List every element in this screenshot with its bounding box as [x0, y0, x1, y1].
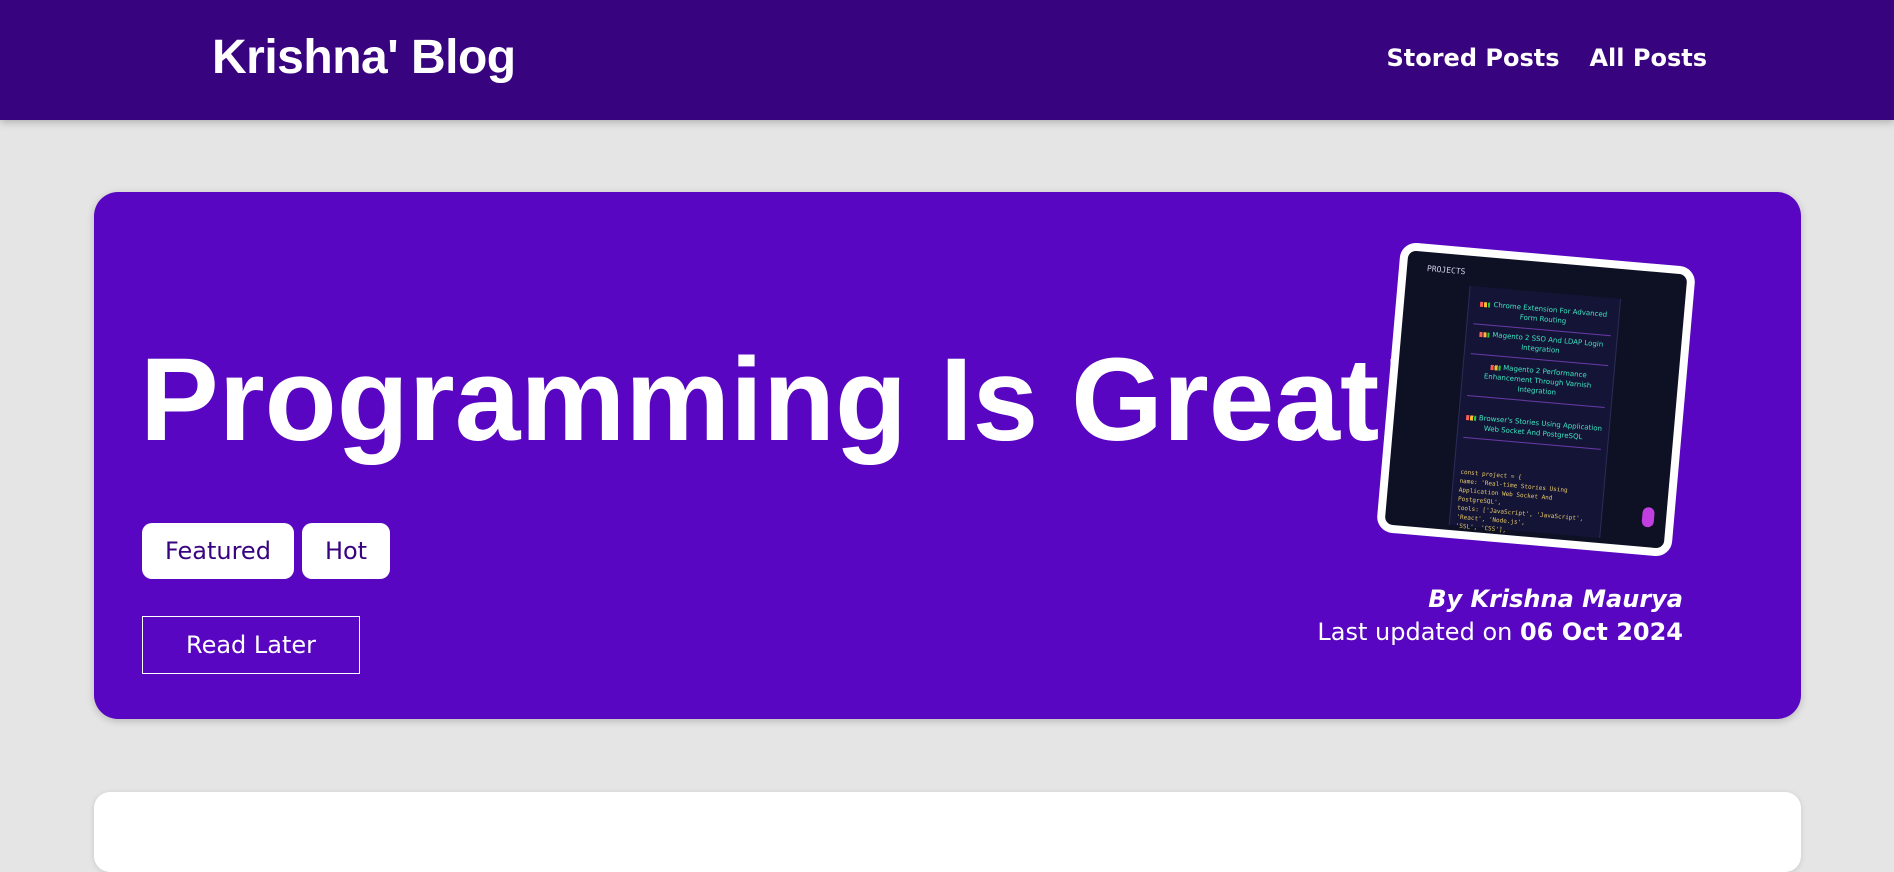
nav-links: Stored Posts All Posts — [1386, 44, 1707, 72]
thumbnail-panel: Chrome Extension For Advanced Form Routi… — [1448, 285, 1622, 539]
hero-post-card: Programming Is Great! Featured Hot Read … — [94, 192, 1801, 719]
window-dots-icon — [1490, 364, 1501, 371]
navbar: Krishna' Blog Stored Posts All Posts — [0, 0, 1894, 120]
post-content-card — [94, 792, 1801, 872]
nav-link-stored-posts[interactable]: Stored Posts — [1386, 44, 1559, 72]
updated-prefix: Last updated on — [1317, 618, 1513, 646]
thumbnail-code: const project = { name: 'Real-time Stori… — [1455, 468, 1584, 534]
post-updated: Last updated on 06 Oct 2024 — [1317, 615, 1683, 649]
post-title: Programming Is Great! — [140, 334, 1419, 466]
updated-date: 06 Oct 2024 — [1519, 618, 1683, 646]
post-author: By Krishna Maurya — [1428, 585, 1683, 613]
window-dots-icon — [1480, 301, 1491, 308]
tag-featured: Featured — [142, 523, 294, 579]
window-dots-icon — [1465, 414, 1477, 421]
window-dots-icon — [1479, 331, 1490, 338]
thumbnail-header: PROJECTS — [1426, 264, 1466, 277]
scroll-top-icon — [1641, 506, 1656, 528]
tag-list: Featured Hot — [142, 523, 391, 579]
brand-logo[interactable]: Krishna' Blog — [212, 30, 516, 85]
thumbnail-item: Magento 2 Performance Enhancement Throug… — [1467, 360, 1608, 409]
read-later-button[interactable]: Read Later — [142, 616, 360, 674]
post-thumbnail: PROJECTS Chrome Extension For Advanced F… — [1375, 241, 1697, 558]
nav-link-all-posts[interactable]: All Posts — [1589, 44, 1707, 72]
tag-hot: Hot — [301, 523, 391, 579]
thumbnail-item: Browser's Stories Using Application Web … — [1463, 411, 1604, 450]
post-meta: By Krishna Maurya Last updated on 06 Oct… — [1317, 583, 1683, 649]
